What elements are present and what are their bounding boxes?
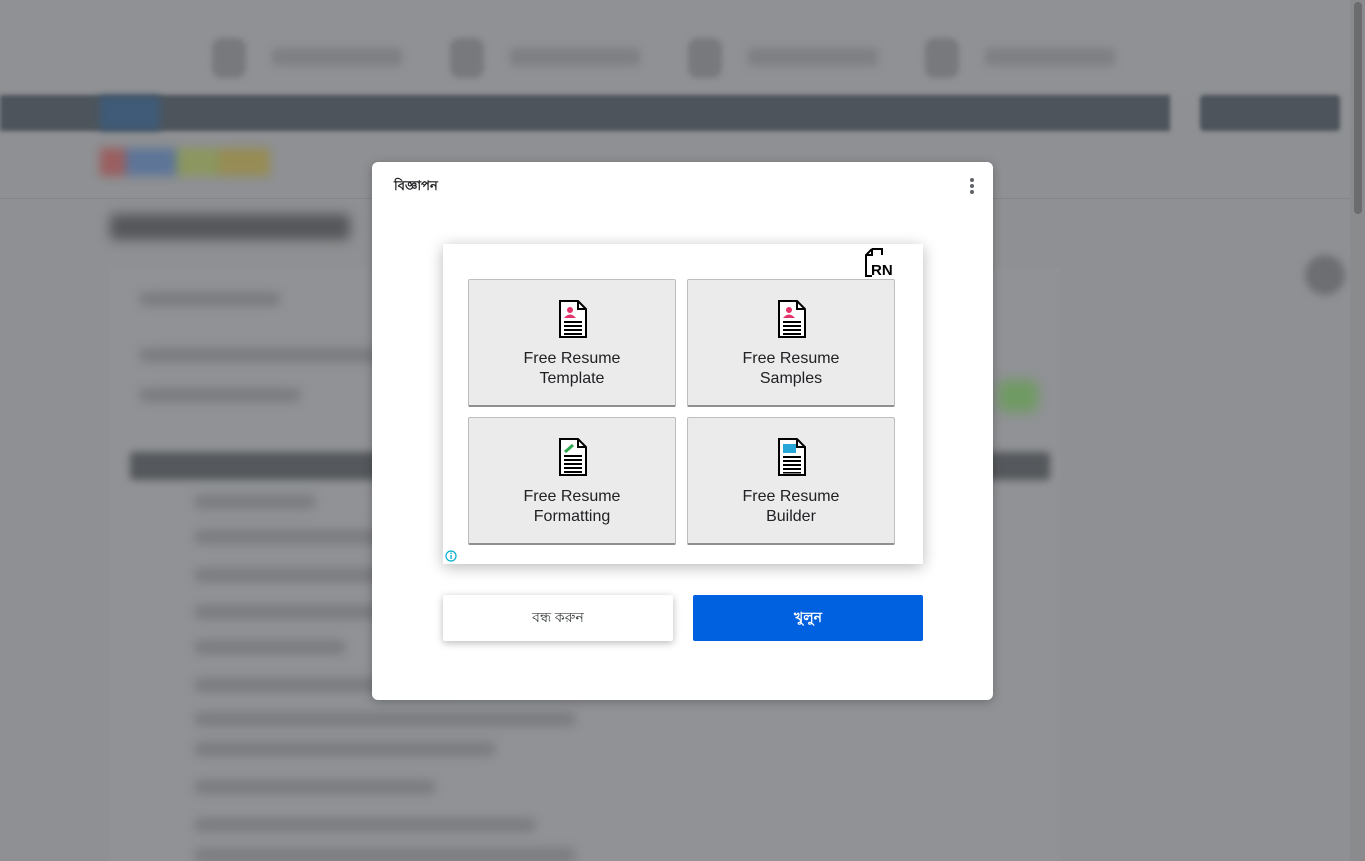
ad-tile-builder[interactable]: Free Resume Builder xyxy=(687,417,895,545)
tile-label: Free Resume Formatting xyxy=(523,488,621,525)
tile-label: Free Resume Samples xyxy=(742,350,840,387)
resume-doc-pink-icon xyxy=(777,300,807,338)
background-text-line xyxy=(195,712,575,726)
background-logo xyxy=(100,148,270,176)
background-text-line xyxy=(195,640,345,654)
background-text-line xyxy=(195,780,435,794)
dialog-title: বিজ্ঞাপন xyxy=(394,178,438,193)
background-green-button xyxy=(998,380,1038,412)
background-text-line xyxy=(140,388,300,402)
scrollbar-thumb[interactable] xyxy=(1354,2,1362,214)
svg-text:RN: RN xyxy=(871,262,893,278)
background-menu-accent xyxy=(100,96,160,130)
more-vert-icon[interactable] xyxy=(964,176,980,196)
ad-dialog: বিজ্ঞাপন RN Free Resume Template Free Re… xyxy=(372,162,993,700)
resume-doc-blue-icon xyxy=(777,438,807,476)
background-headline xyxy=(110,214,350,240)
resume-doc-pink-icon xyxy=(558,300,588,338)
ad-tile-formatting[interactable]: Free Resume Formatting xyxy=(468,417,676,545)
ad-frame: RN Free Resume Template Free Resume Samp… xyxy=(443,244,923,564)
resume-doc-green-icon xyxy=(558,438,588,476)
background-menu-bar xyxy=(0,95,1170,131)
open-button[interactable]: খুলুন xyxy=(693,595,923,641)
background-text-line xyxy=(195,848,575,861)
background-text-line xyxy=(195,605,395,619)
info-icon[interactable] xyxy=(445,549,457,562)
background-text-line xyxy=(195,495,315,509)
background-round-button xyxy=(1305,255,1345,295)
ad-tile-template[interactable]: Free Resume Template xyxy=(468,279,676,407)
background-menu-button xyxy=(1200,95,1340,131)
ad-tile-samples[interactable]: Free Resume Samples xyxy=(687,279,895,407)
rn-logo[interactable]: RN xyxy=(863,248,895,278)
background-text-line xyxy=(195,818,535,832)
background-text-line xyxy=(140,292,280,306)
tile-label: Free Resume Template xyxy=(523,350,621,387)
background-top-nav xyxy=(0,0,1350,90)
page-scrollbar[interactable] xyxy=(1350,0,1365,861)
tile-label: Free Resume Builder xyxy=(742,488,840,525)
background-text-line xyxy=(195,742,495,756)
close-button[interactable]: বন্ধ করুন xyxy=(443,595,673,641)
